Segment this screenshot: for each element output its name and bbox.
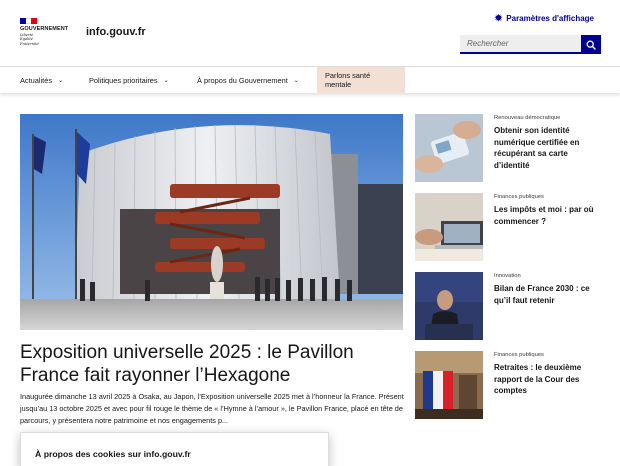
site-name[interactable]: info.gouv.fr [86,26,146,38]
news-card[interactable]: Finances publiques Les impôts et moi : p… [415,193,605,261]
hero-image[interactable] [20,114,403,330]
news-category: Finances publiques [494,194,544,200]
news-category: Innovation [494,273,521,279]
sun-icon: ✹ [494,13,503,23]
chevron-down-icon: ⌄ [58,77,64,84]
news-title: Les impôts et moi : par où commencer ? [494,205,594,226]
nav-item-a-propos[interactable]: À propos du Gouvernement ⌄ [197,67,299,93]
news-title: Retraites : le deuxième rapport de la Co… [494,363,582,395]
government-logo[interactable]: GOUVERNEMENT Liberté Égalité Fraternité [20,18,76,46]
news-thumbnail [415,193,483,261]
hero-title[interactable]: Exposition universelle 2025 : le Pavillo… [20,341,405,387]
display-settings-label: Paramètres d'affichage [506,14,594,23]
motto-fraternite: Fraternité [20,41,39,46]
logo-motto: Liberté Égalité Fraternité [20,33,76,46]
news-category: Finances publiques [494,352,544,358]
search-button[interactable] [581,35,601,54]
logo-word: GOUVERNEMENT [20,26,69,32]
nav-item-politiques-prioritaires[interactable]: Politiques prioritaires ⌄ [89,67,169,93]
news-card[interactable]: Finances publiques Retraites : le deuxiè… [415,351,605,419]
pavilion-illustration [20,114,403,330]
news-title: Obtenir son identité numérique certifiée… [494,126,580,170]
news-category: Renouveau démocratique [494,115,561,121]
news-thumbnail [415,272,483,340]
news-card[interactable]: Renouveau démocratique Obtenir son ident… [415,114,605,182]
main-navigation: Actualités ⌄ Politiques prioritaires ⌄ À… [0,66,620,93]
flag-red-band [31,18,38,24]
news-card[interactable]: Innovation Bilan de France 2030 : ce qu’… [415,272,605,340]
news-thumbnail [415,114,483,182]
cookie-banner-title: À propos des cookies sur info.gouv.fr [35,449,191,459]
search-input[interactable] [460,35,581,54]
display-settings-button[interactable]: ✹ Paramètres d'affichage [494,13,594,24]
chevron-down-icon: ⌄ [293,77,299,84]
nav-item-label: Actualités [20,75,53,85]
hero-description: Inaugurée dimanche 13 avril 2025 à Osaka… [20,392,404,425]
french-flag-icon [20,18,38,24]
nav-item-actualites[interactable]: Actualités ⌄ [20,67,63,93]
nav-item-parlons-sante-mentale[interactable]: Parlons santé mentale [317,67,405,93]
news-thumbnail [415,351,483,419]
nav-item-label: Parlons santé mentale [325,71,371,89]
chevron-down-icon: ⌄ [163,77,169,84]
search-bar [460,35,601,54]
nav-item-label: À propos du Gouvernement [197,75,288,85]
nav-item-label: Politiques prioritaires [89,75,158,85]
site-header: GOUVERNEMENT Liberté Égalité Fraternité … [0,0,620,66]
cookie-banner: À propos des cookies sur info.gouv.fr [20,432,329,466]
search-icon [586,40,596,50]
news-title: Bilan de France 2030 : ce qu’il faut ret… [494,284,590,305]
